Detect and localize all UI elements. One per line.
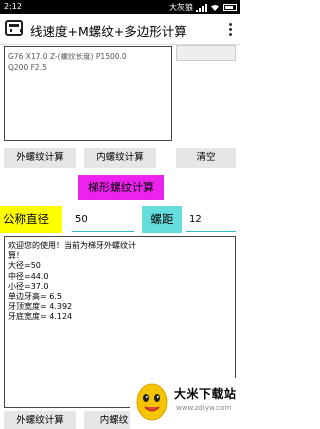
result-line: 大径=50 [8, 261, 41, 271]
status-bar: 2:12 大灰狼 [0, 0, 240, 14]
wifi-icon [211, 4, 219, 11]
status-time: 2:12 [4, 2, 22, 11]
egg-mascot-logo [136, 383, 168, 421]
calculator-app-icon [5, 20, 23, 36]
internal-thread-button[interactable]: 内螺纹计算 [84, 148, 156, 168]
result-line: 中径=44.0 [8, 271, 49, 281]
signal-icon [196, 3, 207, 12]
trapezoid-thread-title: 梯形螺纹计算 [78, 175, 164, 200]
watermark-title: 大米下载站 [174, 387, 237, 401]
carrier-label: 大灰狼 [169, 3, 193, 12]
overflow-menu-icon[interactable] [229, 23, 232, 36]
nominal-diameter-label: 公称直径 [0, 206, 62, 233]
partial-side-button[interactable] [176, 45, 236, 61]
gcode-output[interactable]: G76 X17.0 Z-(螺纹长度) P1500.0 Q200 F2.5 [4, 46, 172, 141]
battery-icon [223, 4, 237, 11]
result-line: 单边牙高= 6.5 [8, 292, 62, 302]
pitch-input[interactable] [186, 208, 236, 232]
status-icons: 大灰狼 [169, 2, 237, 13]
external-thread-button[interactable]: 外螺纹计算 [4, 148, 76, 168]
result-line: 牙底宽度= 4.124 [8, 312, 73, 322]
app-bar: 线速度+M螺纹+多边形计算 [0, 14, 240, 45]
result-line: 小径=37.0 [8, 281, 49, 291]
clear-button[interactable]: 清空 [176, 148, 236, 168]
app-title: 线速度+M螺纹+多边形计算 [30, 24, 187, 39]
watermark-url: www.zdiyw.com [176, 404, 232, 412]
watermark: 大米下载站 www.zdiyw.com [130, 378, 240, 429]
output-line: G76 X17.0 Z-(螺纹长度) P1500.0 [8, 52, 127, 61]
output-line: Q200 F2.5 [8, 63, 47, 72]
external-thread-button-bottom[interactable]: 外螺纹计算 [4, 411, 76, 429]
result-line: 算！ [8, 251, 24, 261]
nominal-diameter-input[interactable] [72, 208, 134, 232]
result-line: 欢迎您的使用！当前为梯牙外螺纹计 [8, 241, 136, 250]
pitch-label: 螺距 [142, 206, 182, 233]
result-line: 牙顶宽度= 4.392 [8, 302, 73, 312]
